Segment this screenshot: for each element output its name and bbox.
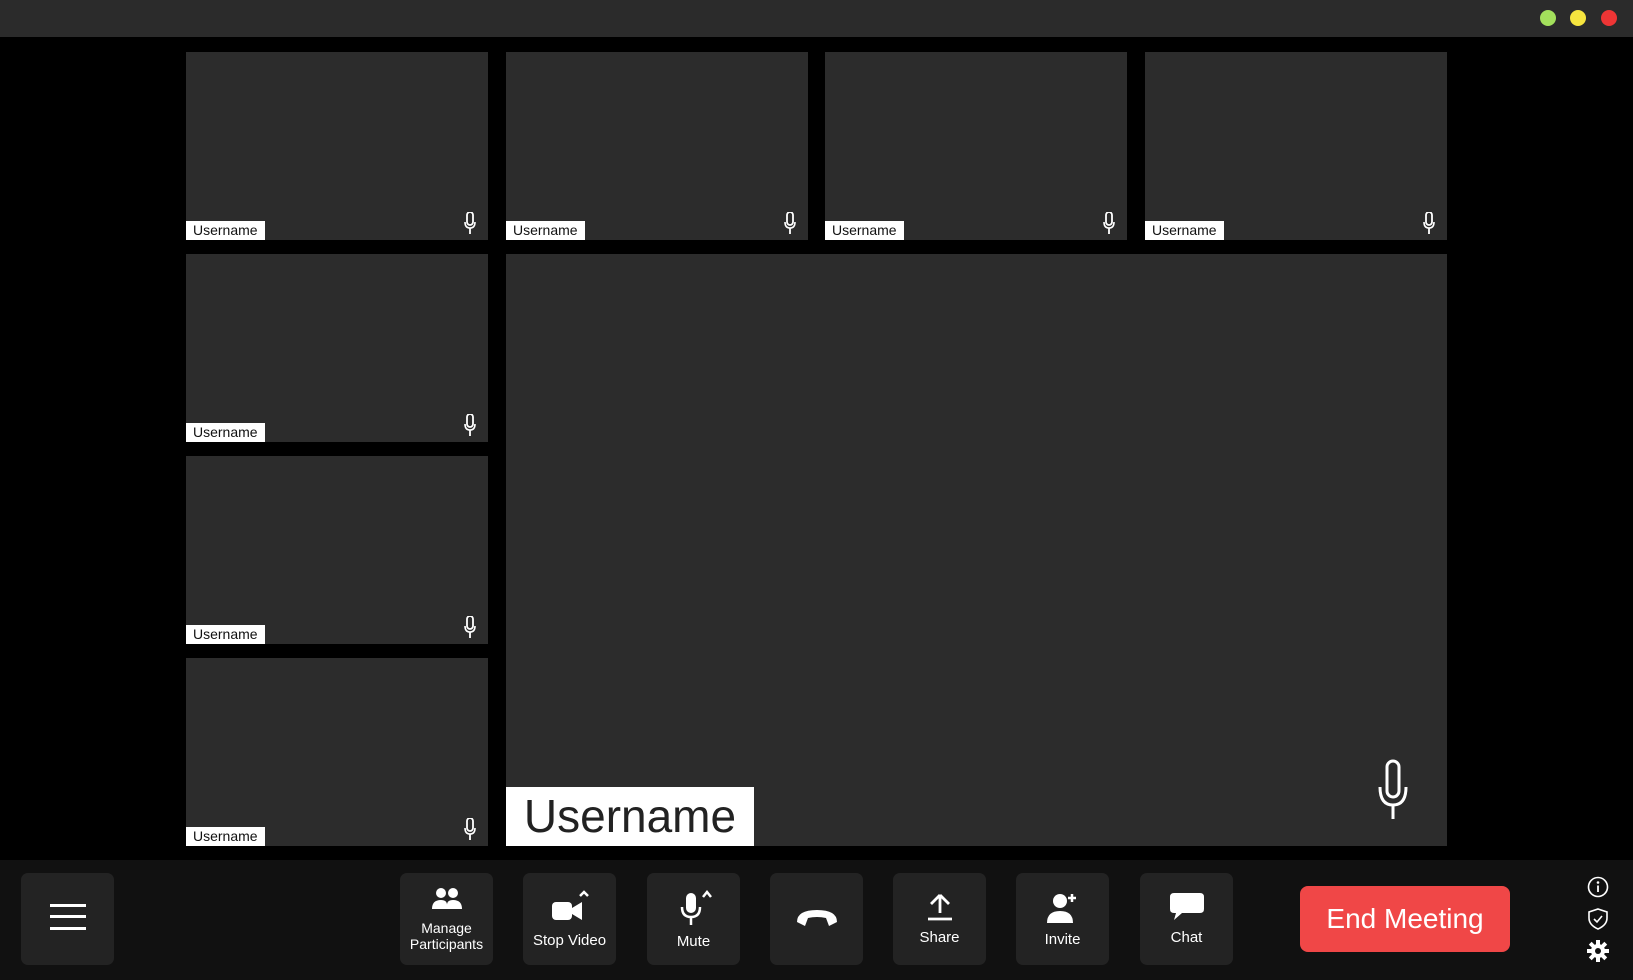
microphone-icon — [674, 889, 714, 930]
participant-tile[interactable]: Username — [186, 658, 488, 846]
window-minimize-button[interactable] — [1570, 10, 1586, 26]
participant-name: Username — [186, 827, 265, 846]
window-maximize-button[interactable] — [1540, 10, 1556, 26]
participant-tile[interactable]: Username — [186, 254, 488, 442]
stop-video-button[interactable]: Stop Video — [523, 873, 616, 965]
participant-name: Username — [1145, 221, 1224, 240]
hang-up-button[interactable] — [770, 873, 863, 965]
add-user-icon — [1046, 891, 1079, 928]
participant-name: Username — [186, 423, 265, 442]
end-meeting-button[interactable]: End Meeting — [1300, 886, 1510, 952]
menu-button[interactable] — [21, 873, 114, 965]
chat-label: Chat — [1170, 928, 1203, 946]
invite-button[interactable]: Invite — [1016, 873, 1109, 965]
invite-label: Invite — [1044, 930, 1081, 948]
gear-icon[interactable] — [1586, 939, 1610, 963]
participants-icon — [431, 887, 462, 916]
mute-button[interactable]: Mute — [647, 873, 740, 965]
chat-bubble-icon — [1169, 892, 1204, 926]
info-icon[interactable] — [1586, 875, 1610, 899]
hamburger-icon — [49, 902, 86, 937]
microphone-icon — [464, 616, 476, 638]
participant-name: Username — [825, 221, 904, 240]
participant-name: Username — [186, 625, 265, 644]
microphone-icon — [1423, 212, 1435, 234]
microphone-icon — [464, 414, 476, 436]
stop-video-label: Stop Video — [532, 931, 607, 949]
manage-participants-button[interactable]: Manage Participants — [400, 873, 493, 965]
chat-button[interactable]: Chat — [1140, 873, 1233, 965]
participant-tile[interactable]: Username — [186, 52, 488, 240]
video-camera-icon — [548, 889, 592, 929]
phone-hangup-icon — [793, 906, 841, 933]
shield-icon[interactable] — [1586, 907, 1610, 931]
microphone-icon — [464, 818, 476, 840]
microphone-icon — [784, 212, 796, 234]
active-speaker-tile[interactable]: Username — [506, 254, 1447, 846]
microphone-icon — [464, 212, 476, 234]
participant-tile[interactable]: Username — [825, 52, 1127, 240]
manage-participants-label: Manage Participants — [409, 919, 484, 952]
window-close-button[interactable] — [1601, 10, 1617, 26]
participant-tile[interactable]: Username — [1145, 52, 1447, 240]
microphone-icon — [1377, 759, 1409, 826]
participant-tile[interactable]: Username — [186, 456, 488, 644]
title-bar — [0, 0, 1633, 37]
microphone-icon — [1103, 212, 1115, 234]
active-speaker-name: Username — [506, 787, 754, 846]
share-button[interactable]: Share — [893, 873, 986, 965]
upload-icon — [926, 893, 954, 926]
mute-label: Mute — [676, 932, 711, 950]
participant-name: Username — [186, 221, 265, 240]
participant-name: Username — [506, 221, 585, 240]
share-label: Share — [919, 928, 960, 946]
participant-tile[interactable]: Username — [506, 52, 808, 240]
